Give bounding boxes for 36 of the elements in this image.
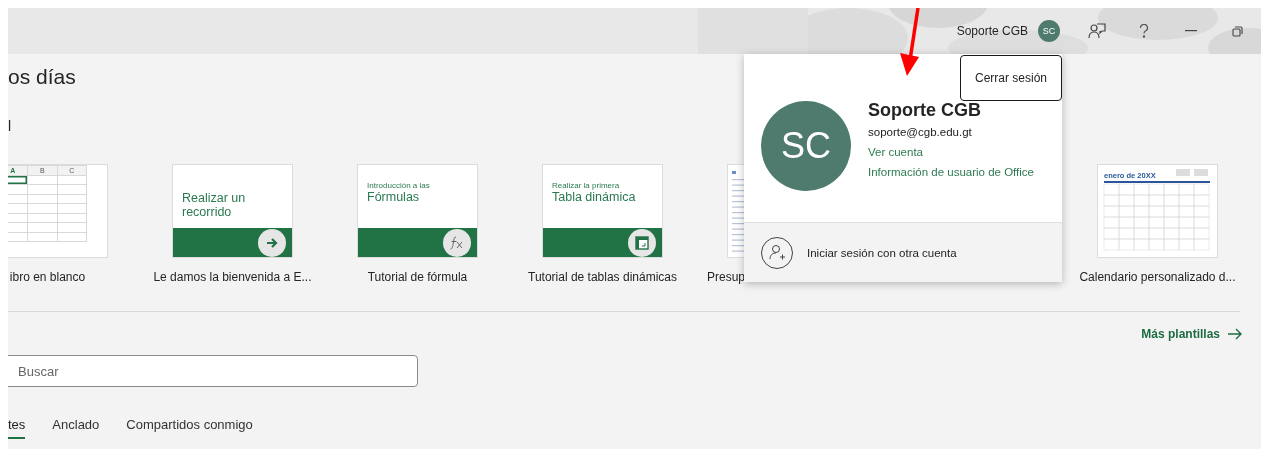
arrow-icon xyxy=(1228,328,1243,340)
greeting-heading: os días xyxy=(8,64,76,90)
thumbnail-title: Fórmulas xyxy=(367,190,421,204)
search-field[interactable]: Buscar xyxy=(8,355,418,387)
switch-account-link[interactable]: Iniciar sesión con otra cuenta xyxy=(807,246,957,259)
account-name: Soporte CGB xyxy=(868,99,982,121)
thumbnail-title: Realizar un recorrido xyxy=(182,191,247,219)
more-templates-link[interactable]: Más plantillas xyxy=(1141,324,1243,344)
account-email: soporte@cgb.edu.gt xyxy=(868,125,973,140)
document-thumbnail[interactable] xyxy=(728,165,744,257)
template-name[interactable]: Presup xyxy=(707,267,746,287)
tab[interactable]: Anclado xyxy=(52,415,100,439)
add-person-icon[interactable] xyxy=(761,236,793,269)
tab[interactable]: Compartidos conmigo xyxy=(126,415,253,439)
function-icon xyxy=(443,229,471,257)
sign-out-button[interactable]: Cerrar sesión xyxy=(960,55,1062,101)
user-name[interactable]: Soporte CGB xyxy=(956,24,1028,38)
thumbnail-subtitle: Introducción a las xyxy=(367,181,431,190)
user-avatar[interactable]: SC xyxy=(1038,20,1060,42)
template-name[interactable]: Le damos la bienvenida a E... xyxy=(153,267,312,287)
profile-avatar: SC xyxy=(761,101,851,191)
template-name[interactable]: Calendario personalizado d... xyxy=(1079,267,1236,287)
template-thumbnail[interactable]: Introducción a las Fórmulas xyxy=(358,165,477,257)
template-thumbnail[interactable]: Realizar un recorrido xyxy=(173,165,292,257)
template-name[interactable]: Tutorial de fórmula xyxy=(367,267,468,287)
template-thumbnail[interactable]: Realizar la primera Tabla dinámica xyxy=(543,165,662,257)
tab[interactable]: tes xyxy=(8,415,26,439)
section-heading: l xyxy=(8,117,12,136)
template-name[interactable]: Tutorial de tablas dinámicas xyxy=(528,267,677,287)
annotation-arrow xyxy=(897,8,921,76)
template-name[interactable]: ibro en blanco xyxy=(9,267,86,287)
thumbnail-title: Tabla dinámica xyxy=(552,190,637,204)
account-link[interactable]: Información de usuario de Office xyxy=(868,164,1034,181)
thumbnail-subtitle: Realizar la primera xyxy=(552,181,621,190)
account-link[interactable]: Ver cuenta xyxy=(868,144,1034,161)
table-icon xyxy=(628,229,656,257)
